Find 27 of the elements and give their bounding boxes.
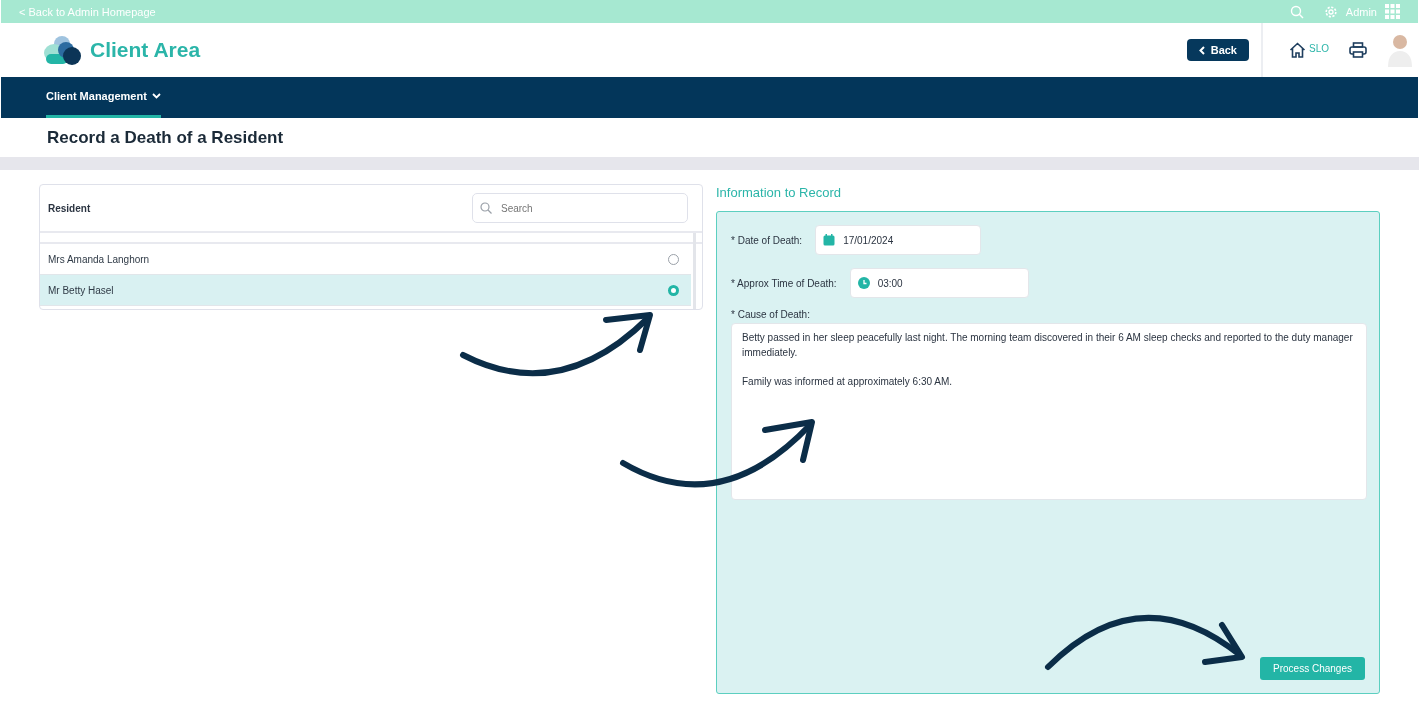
cause-text-area[interactable]: Betty passed in her sleep peacefully last night. The morning team discovered in their 6 AM sleep checks and reported to the duty manager immediately. Family was informed at approximately 6:30 AM. — [731, 323, 1367, 500]
section-title: Information to Record — [716, 185, 842, 202]
print-icon[interactable] — [1349, 42, 1367, 58]
time-field[interactable]: 03:00 — [849, 268, 1029, 298]
apps-grid-icon[interactable] — [1385, 4, 1400, 19]
resident-name: Mr Betty Hasel — [48, 284, 114, 296]
search-icon[interactable] — [1289, 4, 1304, 19]
column-heading: Resident — [48, 202, 91, 214]
settings-icon[interactable] — [1323, 4, 1338, 19]
field-label: * Approx Time of Death: — [731, 277, 837, 289]
search-field[interactable]: Search — [472, 193, 688, 223]
resident-name: Mrs Amanda Langhorn — [48, 253, 150, 265]
resident-row[interactable]: Mr Betty Hasel — [40, 275, 691, 306]
nav-menu-item[interactable]: Client Management — [46, 77, 161, 118]
home-icon[interactable] — [1289, 42, 1306, 58]
radio-button[interactable] — [668, 253, 679, 265]
avatar-icon[interactable] — [1385, 32, 1415, 68]
logo-icon — [44, 35, 82, 65]
chevron-left-icon — [1198, 45, 1205, 55]
page-title: Record a Death of a Resident — [47, 128, 285, 148]
field-label: * Cause of Death: — [731, 309, 811, 320]
field-label: * Date of Death: — [731, 234, 803, 246]
chevron-down-icon — [151, 93, 161, 99]
back-button[interactable]: Back — [1186, 39, 1249, 61]
app-title: Client Area — [90, 38, 201, 62]
radio-button[interactable] — [668, 284, 679, 296]
date-field[interactable]: 17/01/2024 — [815, 225, 982, 255]
